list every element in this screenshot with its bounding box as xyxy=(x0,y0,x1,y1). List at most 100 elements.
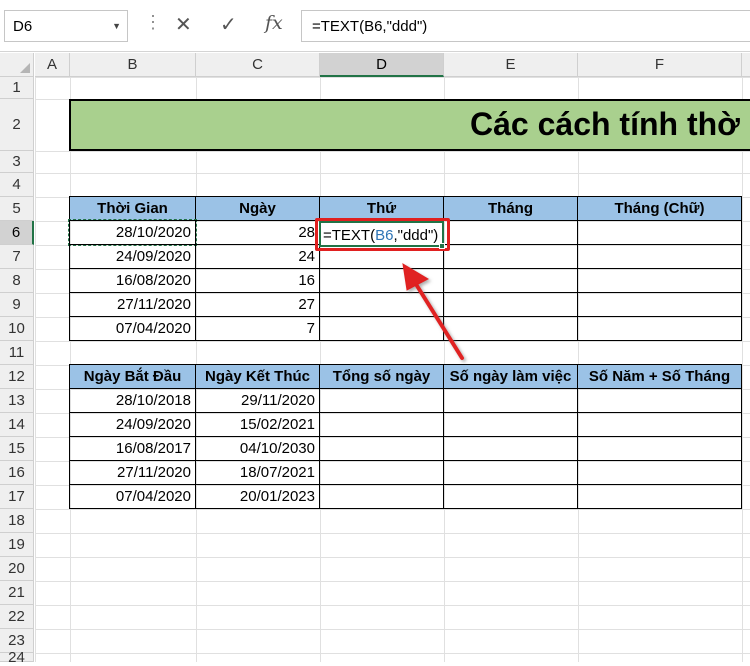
row-header-5[interactable]: 5 xyxy=(0,197,34,221)
row-header-21[interactable]: 21 xyxy=(0,581,34,605)
column-g-cell[interactable] xyxy=(741,388,750,413)
row-header-13[interactable]: 13 xyxy=(0,389,34,413)
row-header-6[interactable]: 6 xyxy=(0,221,34,245)
empty-cell[interactable] xyxy=(577,484,742,509)
date-cell[interactable]: 07/04/2020 xyxy=(69,316,196,341)
start-date-cell[interactable]: 28/10/2018 xyxy=(69,388,196,413)
row-header-9[interactable]: 9 xyxy=(0,293,34,317)
empty-cell[interactable] xyxy=(577,244,742,269)
column-g-cell[interactable] xyxy=(741,436,750,461)
empty-cell[interactable] xyxy=(577,412,742,437)
table-header-cell[interactable]: Thời Gian xyxy=(69,196,196,221)
empty-cell[interactable] xyxy=(443,388,578,413)
empty-cell[interactable] xyxy=(577,292,742,317)
row-header-8[interactable]: 8 xyxy=(0,269,34,293)
table-header-cell[interactable]: Ngày xyxy=(195,196,320,221)
column-g-cell[interactable] xyxy=(741,244,750,269)
empty-cell[interactable] xyxy=(319,388,444,413)
empty-cell[interactable] xyxy=(443,484,578,509)
end-date-cell[interactable]: 20/01/2023 xyxy=(195,484,320,509)
column-header-d[interactable]: D xyxy=(320,53,444,77)
chevron-down-icon[interactable]: ▼ xyxy=(112,21,121,31)
start-date-cell[interactable]: 24/09/2020 xyxy=(69,412,196,437)
row-header-17[interactable]: 17 xyxy=(0,485,34,509)
date-cell[interactable]: 16/08/2020 xyxy=(69,268,196,293)
row-header-22[interactable]: 22 xyxy=(0,605,34,629)
column-g-cell[interactable] xyxy=(741,268,750,293)
fill-handle[interactable] xyxy=(439,243,445,249)
empty-cell[interactable] xyxy=(577,268,742,293)
table-header-cell[interactable]: Ngày Bắt Đầu xyxy=(69,364,196,389)
date-cell[interactable]: 24/09/2020 xyxy=(69,244,196,269)
date-cell[interactable]: 28/10/2020 xyxy=(68,219,197,246)
date-cell[interactable]: 27/11/2020 xyxy=(69,292,196,317)
start-date-cell[interactable]: 16/08/2017 xyxy=(69,436,196,461)
row-header-19[interactable]: 19 xyxy=(0,533,34,557)
row-header-4[interactable]: 4 xyxy=(0,173,34,197)
row-header-18[interactable]: 18 xyxy=(0,509,34,533)
end-date-cell[interactable]: 29/11/2020 xyxy=(195,388,320,413)
table-header-cell[interactable]: Tháng (Chữ) xyxy=(577,196,742,221)
column-g-cell[interactable] xyxy=(741,460,750,485)
row-header-20[interactable]: 20 xyxy=(0,557,34,581)
column-header-e[interactable]: E xyxy=(444,53,578,77)
cancel-icon[interactable]: ✕ xyxy=(175,12,192,37)
column-header-f[interactable]: F xyxy=(578,53,742,77)
day-cell[interactable]: 24 xyxy=(195,244,320,269)
column-g-cell[interactable] xyxy=(741,316,750,341)
enter-icon[interactable]: ✓ xyxy=(220,12,237,37)
empty-cell[interactable] xyxy=(319,436,444,461)
empty-cell[interactable] xyxy=(443,220,578,245)
end-date-cell[interactable]: 04/10/2030 xyxy=(195,436,320,461)
row-header-15[interactable]: 15 xyxy=(0,437,34,461)
column-header-c[interactable]: C xyxy=(196,53,320,77)
column-header-g[interactable] xyxy=(742,53,750,77)
empty-cell[interactable] xyxy=(577,316,742,341)
name-box[interactable]: D6 ▼ xyxy=(4,10,128,42)
column-header-b[interactable]: B xyxy=(70,53,196,77)
start-date-cell[interactable]: 07/04/2020 xyxy=(69,484,196,509)
row-header-1[interactable]: 1 xyxy=(0,77,34,99)
function-icon[interactable]: fx xyxy=(265,12,283,34)
day-cell[interactable]: 16 xyxy=(195,268,320,293)
table-header-cell[interactable]: Số Năm + Số Tháng xyxy=(577,364,742,389)
formula-input[interactable]: =TEXT(B6,"ddd") xyxy=(301,10,750,42)
row-header-7[interactable]: 7 xyxy=(0,245,34,269)
empty-cell[interactable] xyxy=(443,436,578,461)
column-g-cell[interactable] xyxy=(741,484,750,509)
column-g-cell[interactable] xyxy=(741,364,750,389)
empty-cell[interactable] xyxy=(577,388,742,413)
end-date-cell[interactable]: 18/07/2021 xyxy=(195,460,320,485)
day-cell[interactable]: 7 xyxy=(195,316,320,341)
empty-cell[interactable] xyxy=(577,436,742,461)
select-all-corner[interactable] xyxy=(0,53,34,77)
row-header-11[interactable]: 11 xyxy=(0,341,34,365)
empty-cell[interactable] xyxy=(443,412,578,437)
day-cell[interactable]: 28 xyxy=(195,220,320,245)
row-header-14[interactable]: 14 xyxy=(0,413,34,437)
empty-cell[interactable] xyxy=(443,460,578,485)
end-date-cell[interactable]: 15/02/2021 xyxy=(195,412,320,437)
column-g-cell[interactable] xyxy=(741,292,750,317)
start-date-cell[interactable]: 27/11/2020 xyxy=(69,460,196,485)
empty-cell[interactable] xyxy=(319,484,444,509)
table-header-cell[interactable]: Ngày Kết Thúc xyxy=(195,364,320,389)
row-header-2[interactable]: 2 xyxy=(0,99,34,151)
row-header-24[interactable]: 24 xyxy=(0,649,34,666)
column-header-a[interactable]: A xyxy=(35,53,70,77)
row-header-10[interactable]: 10 xyxy=(0,317,34,341)
empty-cell[interactable] xyxy=(319,412,444,437)
row-header-3[interactable]: 3 xyxy=(0,151,34,173)
row-header-16[interactable]: 16 xyxy=(0,461,34,485)
column-g-cell[interactable] xyxy=(741,412,750,437)
table-header-cell[interactable]: Tháng xyxy=(443,196,578,221)
cell-editor[interactable]: =TEXT(B6,"ddd") xyxy=(323,227,438,244)
empty-cell[interactable] xyxy=(577,460,742,485)
column-g-cell[interactable] xyxy=(741,196,750,221)
row-header-12[interactable]: 12 xyxy=(0,365,34,389)
drag-handle-icon[interactable]: ⋮ xyxy=(144,12,162,33)
empty-cell[interactable] xyxy=(319,460,444,485)
day-cell[interactable]: 27 xyxy=(195,292,320,317)
column-g-cell[interactable] xyxy=(741,220,750,245)
empty-cell[interactable] xyxy=(577,220,742,245)
